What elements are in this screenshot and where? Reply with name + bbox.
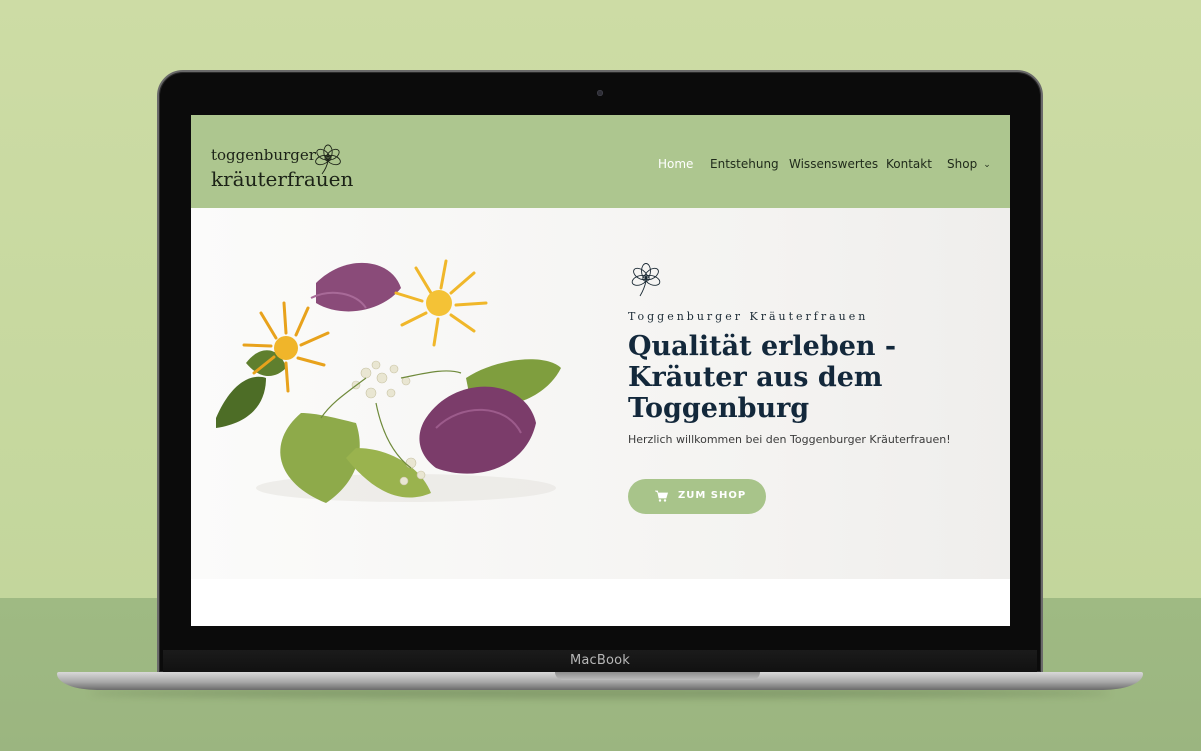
hero-subtitle: Herzlich willkommen bei den Toggenburger… [628, 433, 951, 446]
device-brand-label: MacBook [569, 653, 631, 668]
laptop-hinge-notch [555, 672, 760, 680]
cart-icon [655, 490, 668, 502]
nav-item-entstehung[interactable]: Entstehung [710, 157, 779, 171]
main-navigation: Home Entstehung Wissenswertes Kontakt Sh… [191, 157, 1010, 175]
dried-herbs-image [216, 259, 561, 503]
nav-item-shop-label: Shop [947, 157, 978, 171]
hero-eyebrow: Toggenburger Kräuterfrauen [628, 310, 869, 323]
zum-shop-label: ZUM SHOP [678, 490, 747, 501]
site-header: toggenburger kräuterfrauen Home Entstehu… [191, 115, 1010, 208]
hero-content: Toggenburger Kräuterfrauen Qualität erle… [628, 208, 998, 579]
nav-item-kontakt[interactable]: Kontakt [886, 157, 932, 171]
hero-section: Toggenburger Kräuterfrauen Qualität erle… [191, 208, 1010, 579]
webcam-icon [597, 90, 603, 96]
nav-item-home[interactable]: Home [658, 157, 693, 171]
nav-item-shop[interactable]: Shop ⌄ [947, 157, 991, 171]
nav-item-wissenswertes[interactable]: Wissenswertes [789, 157, 878, 171]
laptop-base [57, 672, 1143, 690]
zum-shop-button[interactable]: ZUM SHOP [628, 479, 766, 514]
laptop-chin: MacBook [163, 650, 1037, 672]
chevron-down-icon[interactable]: ⌄ [983, 160, 991, 170]
flower-icon [631, 263, 661, 297]
hero-title: Qualität erleben - Kräuter aus dem Togge… [628, 331, 897, 424]
browser-viewport: toggenburger kräuterfrauen Home Entstehu… [191, 115, 1010, 626]
